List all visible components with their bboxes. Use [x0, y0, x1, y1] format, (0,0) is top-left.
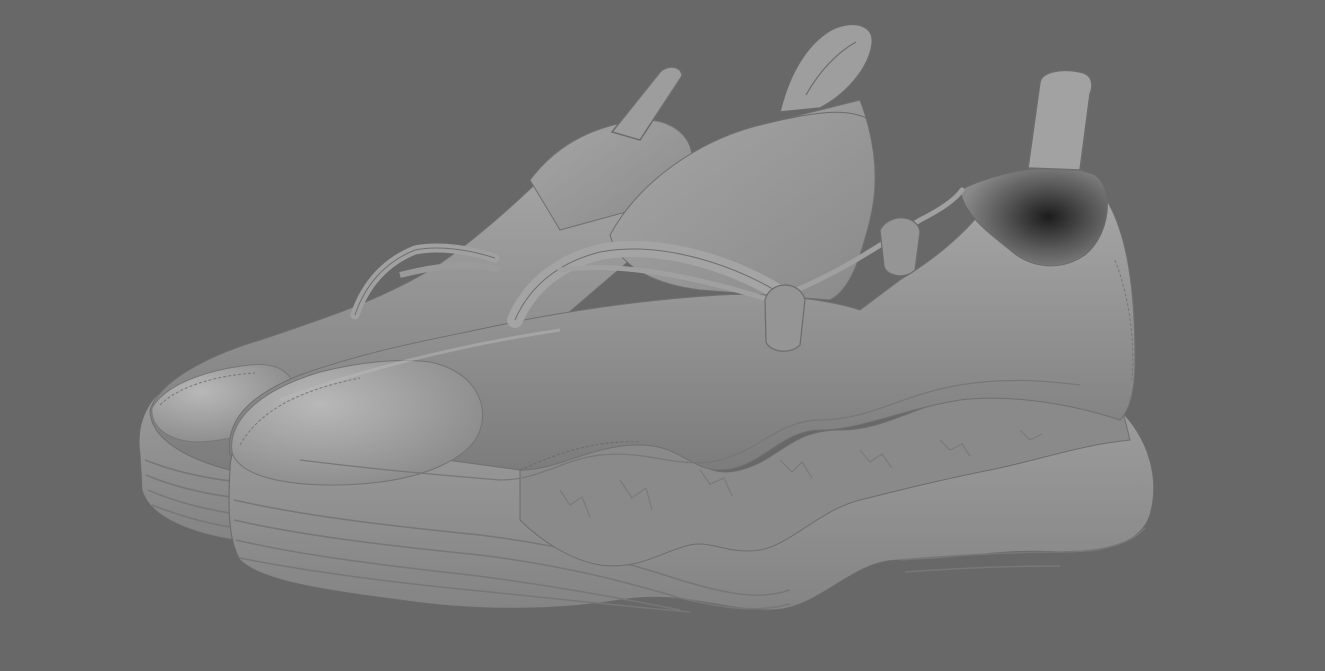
front-shoe-eyelet-loop — [764, 284, 806, 352]
front-shoe-eyelet-loop-rear — [879, 217, 921, 277]
front-shoe-heel-tab — [1027, 69, 1093, 171]
3d-viewport[interactable] — [0, 0, 1325, 671]
sneaker-render — [138, 23, 1155, 613]
front-shoe-tongue-pull-tab — [779, 23, 873, 113]
